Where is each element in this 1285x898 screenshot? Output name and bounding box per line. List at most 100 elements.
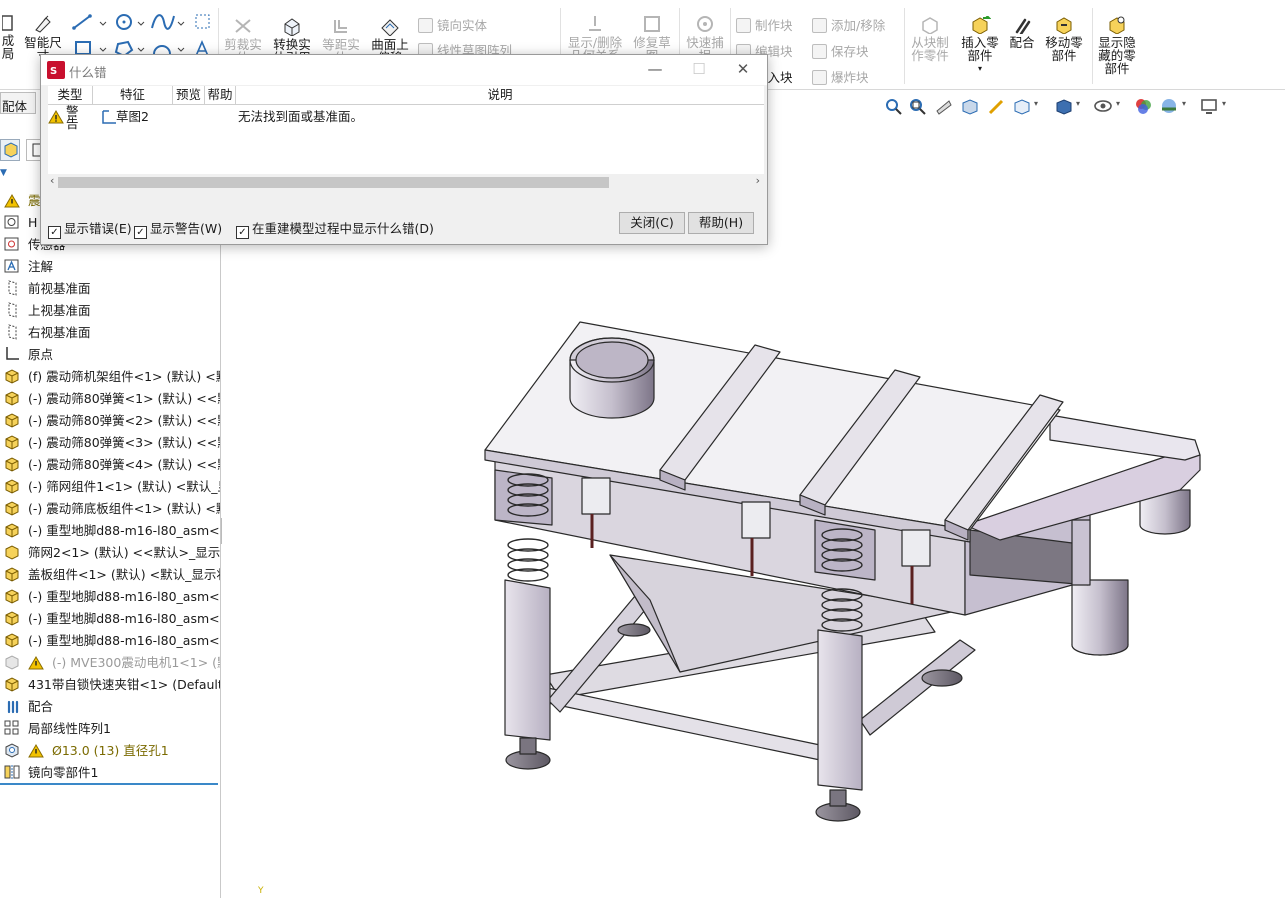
filter-icon[interactable]: ▼ (0, 168, 7, 178)
tree-item[interactable]: (-) 重型地脚d88-m16-l80_asm<1> (4, 520, 220, 542)
tree-item[interactable]: (-) 震动筛80弹簧<4> (默认) <<默认 (4, 454, 220, 476)
assembly-icon (4, 434, 22, 450)
show-errors-label: 显示错误(E) (64, 221, 132, 236)
part-from-block-button[interactable]: 从块制 作零件 (906, 16, 954, 62)
feature-manager-tab[interactable] (0, 139, 20, 161)
column-header-preview[interactable]: 预览 (173, 86, 205, 105)
tree-item[interactable]: (-) 重型地脚d88-m16-l80_asm<4> (4, 630, 220, 652)
cut-off-label-2: 局 (1, 46, 15, 61)
tree-item-label: 配合 (28, 699, 54, 714)
vibrating-screen-model[interactable] (470, 310, 1210, 835)
sketch-tools-icons[interactable] (72, 12, 220, 56)
tree-item[interactable]: (-) MVE300震动电机1<1> (默认 (4, 652, 220, 674)
hide-show-items-icon[interactable] (1094, 97, 1112, 115)
repair-label: 修复草 (633, 35, 671, 50)
add-remove-block-button[interactable]: 添加/移除 (812, 15, 885, 34)
explode-block-button[interactable]: 爆炸块 (812, 67, 869, 86)
tree-item[interactable]: 431带自锁快速夹钳<1> (Default) (4, 674, 220, 696)
tree-item[interactable]: (-) 重型地脚d88-m16-l80_asm<3> (4, 608, 220, 630)
tree-item[interactable]: 配合 (4, 696, 220, 718)
tree-item[interactable]: 上视基准面 (4, 300, 220, 322)
show-hidden-components-button[interactable]: 显示隐 藏的零 部件 (1094, 16, 1140, 75)
command-tab-assembly[interactable]: 配体 (0, 92, 36, 114)
tree-item[interactable]: 局部线性阵列1 (4, 718, 220, 740)
tree-item[interactable]: (-) 筛网组件1<1> (默认) <默认_显示 (4, 476, 220, 498)
insert-part-dropdown-icon[interactable]: ▾ (956, 62, 1004, 75)
scene-dropdown-icon[interactable]: ▾ (1182, 99, 1186, 108)
display-style-dropdown-icon[interactable]: ▾ (1076, 99, 1080, 108)
offset-label: 等距实 (322, 37, 360, 52)
tree-item[interactable]: 原点 (4, 344, 220, 366)
scroll-left-icon[interactable]: ‹ (50, 174, 54, 187)
make-block-button[interactable]: 制作块 (736, 15, 793, 34)
insert-components-button[interactable]: 插入零 部件 ▾ (956, 16, 1004, 75)
tree-item[interactable]: (-) 震动筛80弹簧<1> (默认) <<默认 (4, 388, 220, 410)
view-settings-dropdown-icon[interactable]: ▾ (1222, 99, 1226, 108)
tree-item-label: (-) 震动筛80弹簧<1> (默认) <<默认 (28, 391, 220, 406)
tree-item[interactable]: 镜向零部件1 (4, 762, 220, 784)
show-warnings-checkbox[interactable]: ✓ 显示警告(W) (134, 218, 222, 239)
view-settings-icon[interactable] (1200, 97, 1218, 115)
mirror-entities-button[interactable]: 镜向实体 (418, 15, 487, 34)
column-header-help[interactable]: 帮助 (205, 86, 236, 105)
convert-entities-button[interactable]: 转换实 体引用 (268, 16, 316, 57)
zoom-area-icon[interactable] (908, 97, 926, 115)
table-row[interactable]: 警 告 草图2 无法找到面或基准面。 (48, 105, 764, 140)
column-header-description[interactable]: 说明 (236, 86, 764, 105)
tree-item-label: 盖板组件<1> (默认) <默认_显示状态 (28, 567, 220, 582)
hide-show-dropdown-icon[interactable]: ▾ (1116, 99, 1120, 108)
tree-item[interactable]: (-) 震动筛底板组件<1> (默认) <默认 (4, 498, 220, 520)
section-view-icon[interactable] (960, 97, 978, 115)
tree-item[interactable]: (-) 震动筛80弹簧<3> (默认) <<默认 (4, 432, 220, 454)
tree-item[interactable]: 右视基准面 (4, 322, 220, 344)
maximize-button[interactable]: ☐ (687, 59, 711, 81)
quick-snaps-button[interactable]: 快速捕 捉 (682, 14, 728, 55)
zoom-to-fit-icon[interactable] (884, 97, 902, 115)
tree-item[interactable]: 盖板组件<1> (默认) <默认_显示状态 (4, 564, 220, 586)
tree-item[interactable]: 筛网2<1> (默认) <<默认>_显示状态 (4, 542, 220, 564)
column-header-type[interactable]: 类型 (48, 86, 93, 105)
errors-list: 类型 特征 预览 帮助 说明 警 告 草图2 无法找到面或基准面。 ‹ › (48, 86, 764, 190)
scroll-right-icon[interactable]: › (756, 174, 760, 187)
mate-label: 配合 (1009, 35, 1035, 50)
show-errors-checkbox[interactable]: ✓ 显示错误(E) (48, 218, 132, 239)
column-header-feature[interactable]: 特征 (93, 86, 173, 105)
tree-item[interactable]: Ø13.0 (13) 直径孔1 (4, 740, 220, 762)
convert-entities-icon (284, 18, 300, 36)
view-orientation-icon[interactable] (1012, 97, 1030, 115)
rollback-bar[interactable] (0, 783, 218, 785)
explode-block-label: 爆炸块 (831, 70, 869, 85)
dialog-titlebar[interactable]: S 什么错 — ☐ ✕ (41, 55, 767, 85)
show-delete-relations-button[interactable]: 显示/删除 几何关系 (564, 14, 626, 55)
mate-button[interactable]: 配合 (1006, 16, 1038, 49)
previous-view-icon[interactable] (934, 97, 952, 115)
trim-entities-button[interactable]: 剪裁实 体 (220, 16, 266, 57)
help-button[interactable]: 帮助(H) (688, 212, 754, 234)
repair-sketch-button[interactable]: 修复草 图 (628, 14, 676, 55)
show-during-rebuild-checkbox[interactable]: ✓ 在重建模型过程中显示什么错(D) (236, 218, 434, 239)
edit-appearance-icon[interactable] (1134, 97, 1152, 115)
arc-icon (153, 45, 185, 55)
tree-item[interactable]: 前视基准面 (4, 278, 220, 300)
horizontal-scrollbar[interactable]: ‹ › (48, 174, 764, 190)
cut-off-ribbon-button[interactable]: 成 局 (0, 14, 16, 60)
tree-item[interactable]: 注解 (4, 256, 220, 278)
view-orientation-dropdown-icon[interactable]: ▾ (1034, 99, 1038, 108)
tree-item[interactable]: (-) 震动筛80弹簧<2> (默认) <<默认 (4, 410, 220, 432)
offset-on-surface-button[interactable]: 曲面上 偏移 (366, 16, 414, 57)
scrollbar-thumb[interactable] (58, 177, 609, 188)
dynamic-annotation-icon[interactable] (986, 97, 1004, 115)
minimize-button[interactable]: — (643, 59, 667, 81)
move-component-button[interactable]: 移动零 部件 (1040, 16, 1088, 62)
save-block-button[interactable]: 保存块 (812, 41, 869, 60)
assembly-icon (4, 676, 22, 692)
tree-item[interactable]: (f) 震动筛机架组件<1> (默认) <默认 (4, 366, 220, 388)
offset-entities-button[interactable]: 等距实 体 (318, 16, 364, 57)
linear-pattern-button[interactable]: 线性草图阵列 (418, 40, 512, 54)
mirror-icon (418, 18, 433, 33)
apply-scene-icon[interactable] (1160, 97, 1178, 115)
close-window-button[interactable]: ✕ (731, 59, 755, 81)
close-button[interactable]: 关闭(C) (619, 212, 685, 234)
tree-item[interactable]: (-) 重型地脚d88-m16-l80_asm<2> (4, 586, 220, 608)
display-style-icon[interactable] (1054, 97, 1072, 115)
